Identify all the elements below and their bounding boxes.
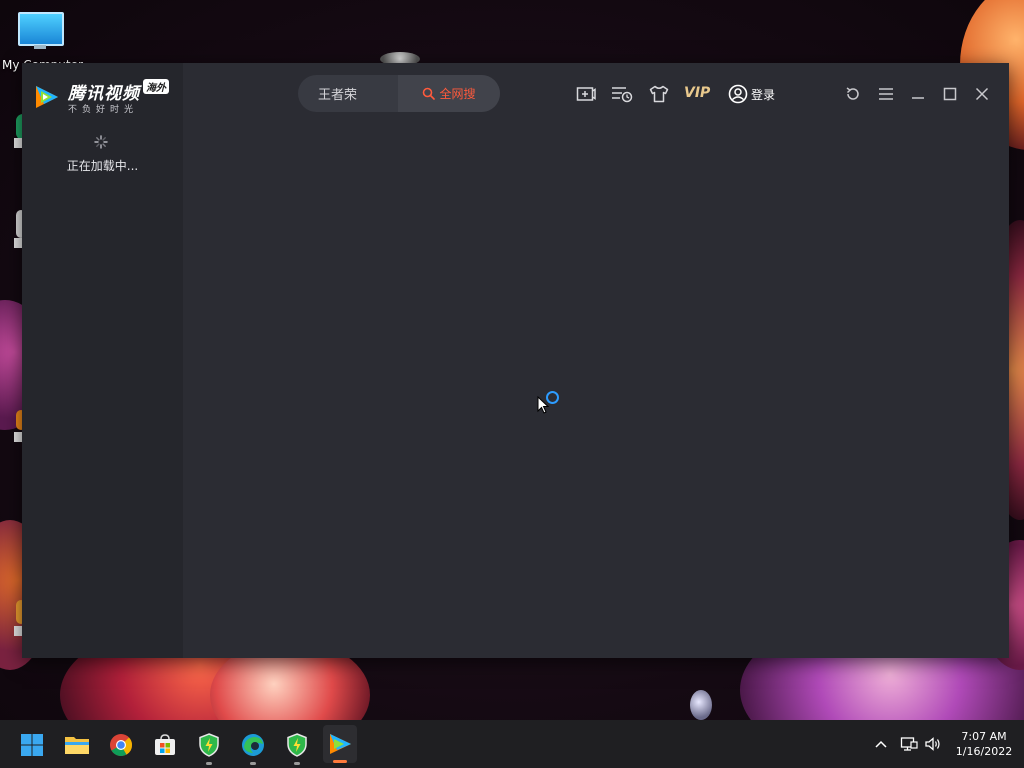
playlist-history-button[interactable] (611, 83, 633, 105)
logo-badge: 海外 (143, 79, 169, 94)
maximize-button[interactable] (939, 83, 961, 105)
search-all-button[interactable]: 全网搜 (398, 75, 500, 112)
playlist-history-icon (612, 87, 633, 103)
taskbar-security-1[interactable] (192, 728, 226, 765)
taskbar-file-explorer[interactable] (60, 728, 94, 762)
taskbar-clock[interactable]: 7:07 AM 1/16/2022 (948, 729, 1020, 759)
start-button[interactable] (15, 728, 49, 762)
content-area (183, 125, 1009, 658)
loading-spinner-icon (94, 135, 108, 149)
add-video-icon (576, 87, 596, 101)
window-header: 腾讯视频海外 不负好时光 全网搜 (22, 63, 1009, 125)
search-input[interactable] (298, 75, 398, 112)
file-explorer-icon (65, 737, 89, 754)
main-menu-button[interactable] (875, 83, 897, 105)
login-button[interactable]: 登录 (728, 82, 775, 106)
tencent-video-icon (330, 734, 351, 754)
security-shield-icon (287, 733, 307, 757)
start-icon (21, 734, 43, 756)
clock-time: 7:07 AM (961, 730, 1007, 743)
taskbar-tencent-video[interactable] (323, 725, 357, 763)
logo-title: 腾讯视频 (68, 84, 140, 104)
taskbar-security-2[interactable] (280, 728, 314, 765)
search-bar: 全网搜 (298, 75, 500, 112)
edge-icon (242, 734, 264, 756)
network-icon (900, 737, 918, 751)
minimize-icon (912, 97, 924, 99)
security-shield-icon (199, 733, 219, 757)
taskbar-chrome[interactable] (104, 728, 138, 762)
chevron-up-icon (875, 740, 887, 748)
refresh-icon (846, 87, 859, 100)
sidebar: 正在加载中... (22, 63, 183, 658)
user-avatar-icon (728, 84, 748, 104)
search-button-label: 全网搜 (439, 87, 476, 101)
loading-text: 正在加载中... (66, 159, 139, 173)
taskbar-store[interactable] (148, 728, 182, 762)
maximize-icon (943, 87, 957, 101)
app-logo[interactable]: 腾讯视频 海外 不负好时光 (32, 79, 169, 115)
mouse-pointer-icon (537, 396, 549, 414)
show-hidden-icons-button[interactable] (874, 734, 888, 754)
store-icon (155, 734, 175, 755)
skin-shirt-icon (649, 85, 669, 103)
volume-control[interactable] (924, 734, 942, 754)
skin-button[interactable] (648, 83, 670, 105)
close-button[interactable] (971, 83, 993, 105)
search-icon (423, 87, 436, 100)
tencent-video-logo-icon (36, 86, 58, 108)
tencent-video-window: 正在加载中... 腾讯视频海外 不负好时光 全网搜 (22, 63, 1009, 658)
network-status[interactable] (900, 734, 918, 754)
close-icon (975, 87, 989, 101)
taskbar-edge[interactable] (236, 728, 270, 765)
speaker-icon (925, 737, 940, 751)
minimize-button[interactable] (907, 83, 929, 105)
menu-icon (879, 88, 893, 100)
vip-button[interactable]: VIP (684, 85, 710, 101)
login-label: 登录 (751, 87, 776, 102)
monitor-icon (18, 12, 64, 46)
clock-date: 1/16/2022 (955, 745, 1013, 758)
chrome-icon (110, 734, 132, 756)
refresh-button[interactable] (842, 83, 864, 105)
add-video-button[interactable] (575, 83, 597, 105)
taskbar: 7:07 AM 1/16/2022 (0, 720, 1024, 768)
